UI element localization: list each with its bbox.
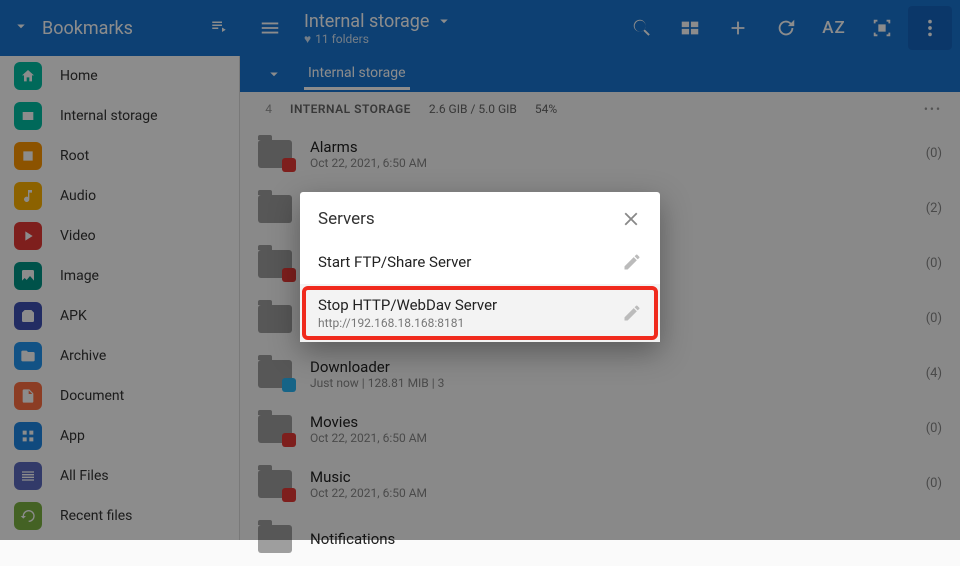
edit-icon[interactable]: [622, 303, 642, 323]
dialog-title: Servers: [318, 209, 620, 229]
close-icon[interactable]: [620, 208, 642, 230]
server-item-ftp[interactable]: Start FTP/Share Server: [300, 240, 660, 284]
servers-dialog: Servers Start FTP/Share Server Stop HTTP…: [300, 192, 660, 342]
edit-icon[interactable]: [622, 252, 642, 272]
server-item-label: Stop HTTP/WebDav Server: [318, 296, 622, 314]
server-item-http[interactable]: Stop HTTP/WebDav Server http://192.168.1…: [300, 284, 660, 342]
server-item-label: Start FTP/Share Server: [318, 253, 622, 271]
server-item-url: http://192.168.18.168:8181: [318, 316, 622, 330]
